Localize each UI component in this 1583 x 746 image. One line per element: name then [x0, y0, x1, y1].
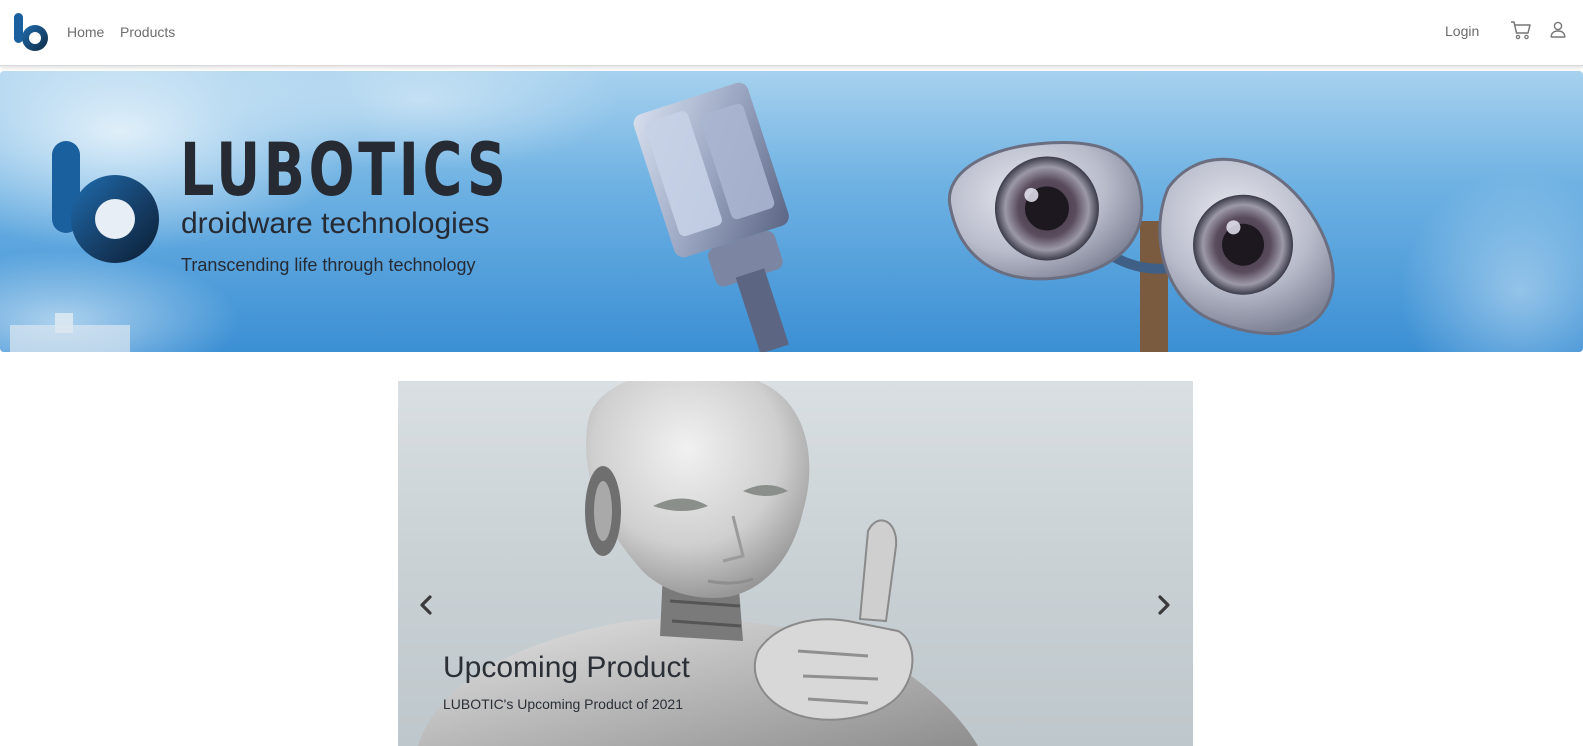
carousel-slide-title: Upcoming Product	[443, 651, 690, 684]
carousel-slide-caption: LUBOTIC's Upcoming Product of 2021	[443, 696, 684, 712]
shopping-cart-icon[interactable]	[1510, 20, 1532, 40]
top-navbar: Home Products Login	[0, 0, 1583, 66]
carousel-slide-image	[418, 381, 978, 746]
hero-brand-name: LUBOTICS	[180, 128, 510, 213]
chevron-left-icon[interactable]	[414, 593, 438, 617]
hero-subtitle: droidware technologies	[181, 207, 490, 240]
hero-tagline: Transcending life through technology	[181, 255, 476, 275]
hero-logo-icon	[52, 141, 159, 263]
chevron-right-icon[interactable]	[1152, 593, 1176, 617]
login-link[interactable]: Login	[1445, 23, 1479, 39]
user-icon[interactable]	[1550, 21, 1566, 38]
hero-banner: LUBOTICS droidware technologies Transcen…	[0, 71, 1583, 352]
nav-products-link[interactable]: Products	[120, 24, 175, 40]
brand-logo-icon[interactable]	[12, 12, 50, 52]
product-carousel: Upcoming Product LUBOTIC's Upcoming Prod…	[398, 381, 1193, 746]
nav-home-link[interactable]: Home	[67, 24, 104, 40]
